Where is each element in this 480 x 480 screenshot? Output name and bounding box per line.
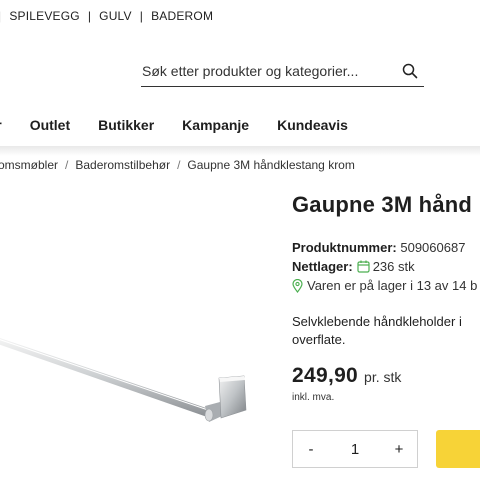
add-to-cart-button[interactable] — [436, 430, 480, 468]
quantity-value[interactable]: 1 — [329, 441, 381, 458]
main-nav-item-kampanje[interactable]: Kampanje — [182, 117, 249, 133]
net-stock-value: 236 stk — [372, 259, 415, 274]
search-icon[interactable] — [400, 61, 420, 81]
store-stock-text: Varen er på lager i 13 av 14 b — [307, 278, 478, 293]
top-nav-baderom[interactable]: BADEROM — [151, 9, 213, 23]
product-image[interactable] — [0, 330, 260, 440]
net-stock-row: Nettlager: 236 stk — [292, 259, 415, 274]
calendar-icon — [357, 260, 370, 273]
breadcrumb-separator: / — [65, 158, 69, 172]
top-nav-gulv[interactable]: GULV — [99, 9, 132, 23]
breadcrumb-item[interactable]: Baderomstilbehør — [75, 158, 170, 172]
search-input[interactable] — [141, 63, 381, 79]
breadcrumb-item[interactable]: omsmøbler — [0, 158, 58, 172]
top-nav-separator: | — [87, 9, 92, 23]
price-unit: pr. stk — [364, 369, 402, 385]
top-nav-spilevegg[interactable]: SPILEVEGG — [9, 9, 80, 23]
nav-divider — [0, 146, 480, 156]
main-nav: eter Outlet Butikker Kampanje Kundeavis — [0, 117, 376, 133]
quantity-stepper: - 1 + — [292, 430, 418, 468]
top-nav-separator: | — [0, 9, 1, 23]
main-nav-item-outlet[interactable]: Outlet — [30, 117, 70, 133]
main-nav-item-butikker[interactable]: Butikker — [98, 117, 154, 133]
top-nav: | SPILEVEGG | GULV | BADEROM — [0, 8, 213, 24]
product-description: Selvklebende håndkleholder i overflate. — [292, 314, 462, 347]
store-stock-row[interactable]: Varen er på lager i 13 av 14 b — [292, 278, 477, 293]
main-nav-item-kundeavis[interactable]: Kundeavis — [277, 117, 348, 133]
product-number-label: Produktnummer: — [292, 240, 397, 255]
main-nav-item-eter[interactable]: eter — [0, 117, 2, 133]
top-nav-separator: | — [139, 9, 144, 23]
price-amount: 249,90 — [292, 364, 359, 387]
quantity-decrease-button[interactable]: - — [293, 441, 329, 458]
location-pin-icon — [292, 278, 303, 293]
search-bar — [141, 56, 424, 87]
product-number-value: 509060687 — [400, 240, 466, 255]
vat-note: inkl. mva. — [292, 392, 335, 403]
price: 249,90 pr. stk — [292, 364, 401, 388]
product-number-row: Produktnummer: 509060687 — [292, 240, 465, 255]
breadcrumb-separator: / — [177, 158, 181, 172]
product-title: Gaupne 3M hånd — [292, 192, 473, 217]
net-stock-label: Nettlager: — [292, 259, 353, 274]
breadcrumb-current: Gaupne 3M håndklestang krom — [187, 158, 355, 172]
quantity-increase-button[interactable]: + — [381, 441, 417, 458]
breadcrumb: omsmøbler / Baderomstilbehør / Gaupne 3M… — [0, 158, 355, 172]
